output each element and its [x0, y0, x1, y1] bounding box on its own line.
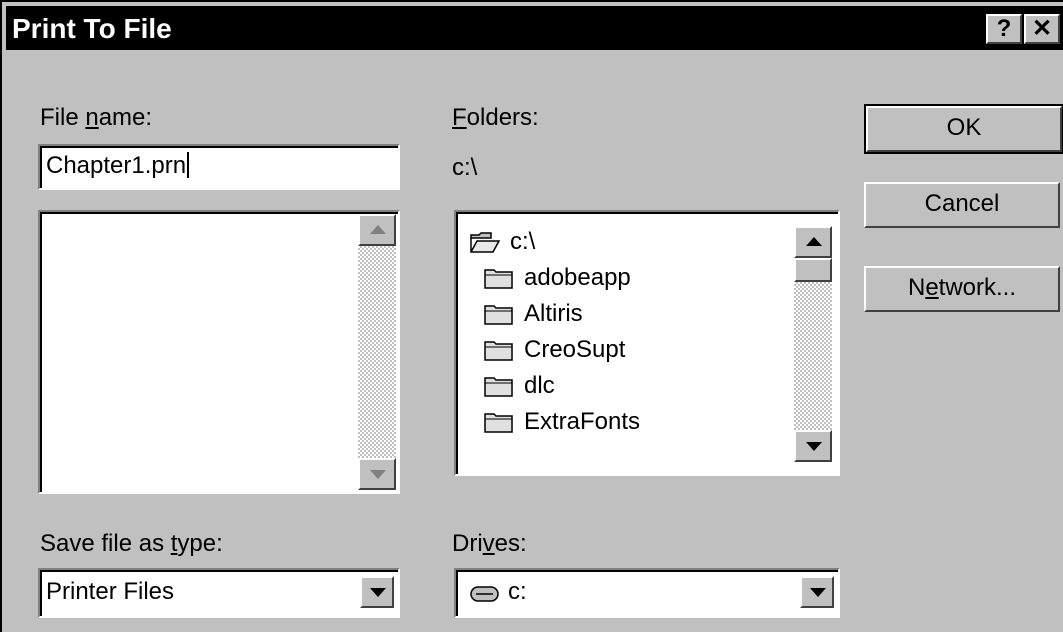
folder-icon [484, 341, 513, 361]
folder-list-scroll-thumb[interactable] [794, 258, 832, 282]
folder-list-scrollbar[interactable] [794, 226, 832, 462]
save-type-select[interactable]: Printer Files [38, 568, 400, 618]
up-arrow-icon [806, 237, 822, 246]
folder-item-adobeapp[interactable]: adobeapp [484, 262, 804, 298]
save-type-label: Save file as type: [40, 530, 223, 557]
folder-item-label: ExtraFonts [524, 408, 641, 435]
save-type-value: Printer Files [46, 578, 175, 605]
current-folder-path: c:\ [452, 154, 478, 181]
folder-list[interactable]: c:\ adobeapp Altiris CreoSupt dlc ExtraF… [454, 210, 840, 476]
open-folder-icon [470, 232, 500, 253]
folder-item-root[interactable]: c:\ [470, 226, 790, 262]
folder-icon [484, 413, 513, 433]
file-name-label: File name: [40, 104, 153, 131]
folder-item-extrafonts[interactable]: ExtraFonts [484, 406, 804, 442]
title-bar[interactable]: Print To File ? ✕ [6, 6, 1063, 50]
print-to-file-dialog: Print To File ? ✕ File name: Chapter1.pr… [0, 0, 1063, 632]
drives-select[interactable]: c: [454, 568, 840, 618]
folder-item-dlc[interactable]: dlc [484, 370, 804, 406]
close-button[interactable]: ✕ [1024, 14, 1060, 44]
drives-value: c: [508, 578, 527, 605]
network-button[interactable]: Network... [864, 266, 1060, 312]
help-button[interactable]: ? [986, 14, 1022, 44]
folder-item-creosupt[interactable]: CreoSupt [484, 334, 804, 370]
down-arrow-icon [370, 588, 386, 597]
save-type-dropdown-button[interactable] [360, 576, 394, 608]
ok-button[interactable]: OK [864, 104, 1063, 154]
file-list-scroll-down-button[interactable] [358, 458, 396, 490]
folder-icon [484, 269, 513, 289]
folder-list-scroll-down-button[interactable] [794, 430, 832, 462]
folder-item-label: Altiris [524, 300, 583, 327]
file-list[interactable] [38, 210, 400, 494]
file-name-input[interactable]: Chapter1.prn [38, 144, 400, 190]
dialog-title: Print To File [12, 13, 172, 44]
folder-item-label: dlc [524, 372, 555, 399]
folders-label: Folders: [452, 104, 539, 131]
up-arrow-icon [370, 225, 386, 234]
down-arrow-icon [810, 588, 826, 597]
folder-item-altiris[interactable]: Altiris [484, 298, 804, 334]
folder-item-label: c:\ [510, 228, 536, 255]
file-list-scrollbar[interactable] [358, 214, 396, 490]
drive-icon [470, 586, 499, 602]
folder-item-label: adobeapp [524, 264, 631, 291]
folder-item-label: CreoSupt [524, 336, 626, 363]
drives-dropdown-button[interactable] [800, 576, 834, 608]
folder-list-scroll-up-button[interactable] [794, 226, 832, 258]
down-arrow-icon [806, 442, 822, 451]
drives-label: Drives: [452, 530, 527, 557]
folder-icon [484, 305, 513, 325]
file-list-scroll-up-button[interactable] [358, 214, 396, 246]
folder-icon [484, 377, 513, 397]
text-caret [187, 152, 190, 178]
cancel-button[interactable]: Cancel [864, 182, 1060, 228]
file-name-value: Chapter1.prn [46, 152, 187, 179]
down-arrow-icon [370, 470, 386, 479]
